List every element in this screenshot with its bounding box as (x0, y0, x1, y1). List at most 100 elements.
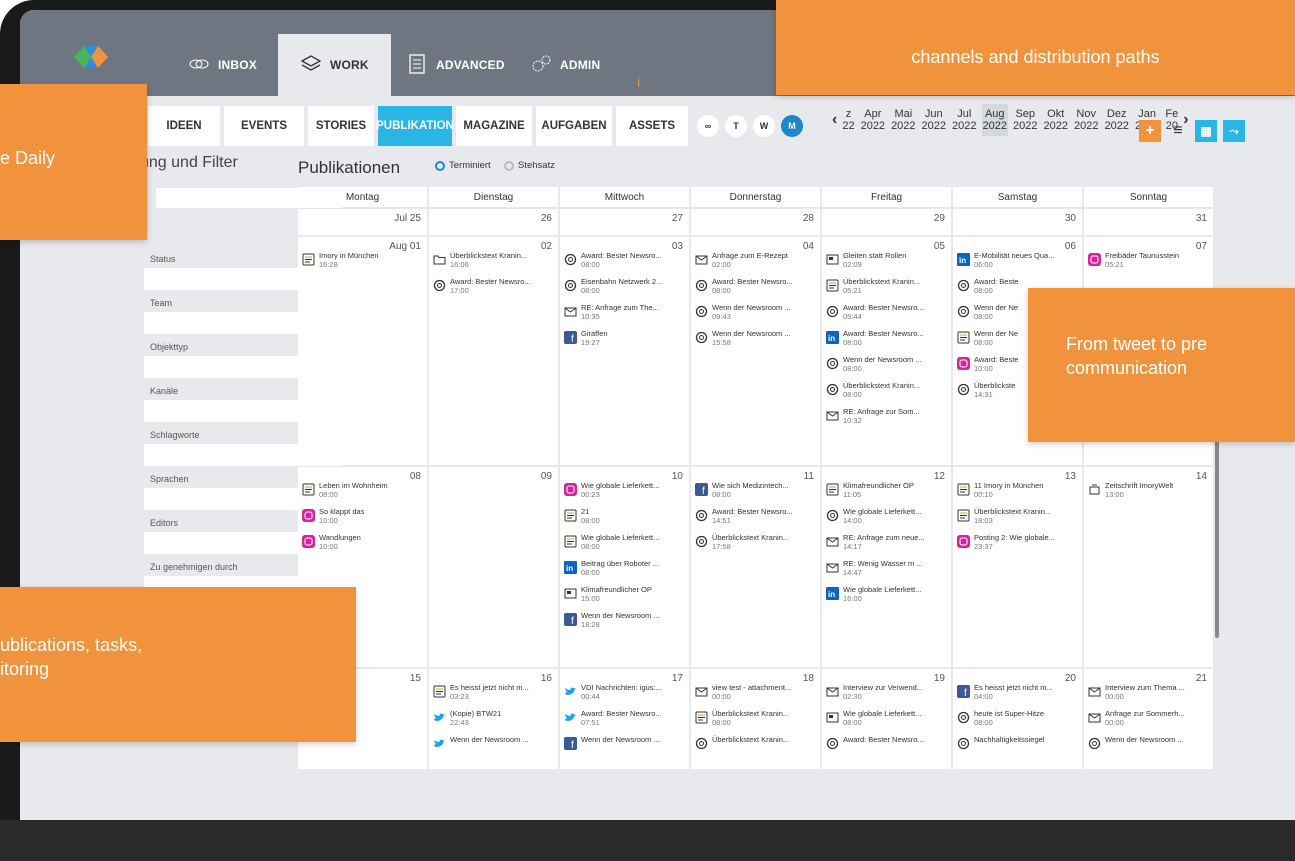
calendar-day-cell[interactable]: 20 f Es heisst jetzt nicht m... 04:00 heute … (953, 669, 1082, 769)
view-button[interactable]: T (725, 115, 747, 137)
month-item[interactable]: Apr 2022 (860, 104, 886, 136)
subtab-events[interactable]: EVENTS (224, 106, 304, 146)
publication-item[interactable]: f Wie sich Medizintech... 08:00 (695, 481, 815, 499)
publication-item[interactable]: Wie globale Lieferkett... 08:00 (826, 709, 946, 727)
radio-terminiert[interactable]: Terminiert (435, 160, 491, 171)
publication-item[interactable]: in E-Mobilität neues Qua... 06:00 (957, 251, 1077, 269)
publication-item[interactable]: Überblickstext Kranin... (695, 735, 815, 750)
calendar-day-cell[interactable]: 29 (822, 209, 951, 235)
publication-item[interactable]: Überblickstext Kranin... 16:06 (433, 251, 553, 269)
calendar-day-cell[interactable]: 09 (429, 467, 558, 667)
publication-item[interactable]: 21 08:00 (564, 507, 684, 525)
add-button[interactable]: + (1139, 120, 1161, 142)
publication-item[interactable]: in Beitrag über Roboter ... 08:00 (564, 559, 684, 577)
publication-item[interactable]: Imory in München 16:28 (302, 251, 422, 269)
publication-item[interactable]: 11 Imory in München 00:10 (957, 481, 1077, 499)
publication-item[interactable]: RE: Wenig Wasser m ... 14:47 (826, 559, 946, 577)
calendar-day-cell[interactable]: 13 11 Imory in München 00:10 Überblickstext… (953, 467, 1082, 667)
publication-item[interactable]: in Award: Bester Newsro... 08:00 (826, 329, 946, 347)
publication-item[interactable]: Überblickstext Kranin... 18:03 (957, 507, 1077, 525)
publication-item[interactable]: RE: Anfrage zum neue... 14:17 (826, 533, 946, 551)
calendar-day-cell[interactable]: 17 VDI Nachrichten: igus:... 00:44 Award: B… (560, 669, 689, 769)
publication-item[interactable]: Klimafreundlicher OP 11:05 (826, 481, 946, 499)
publication-item[interactable]: Überblickstext Kranin... 05:21 (826, 277, 946, 295)
publication-item[interactable]: Nachhaltigkeitssiegel (957, 735, 1077, 750)
publication-item[interactable]: Zeitschrift ImoryWelt 13:00 (1088, 481, 1208, 499)
calendar-day-cell[interactable]: 10 Wie globale Lieferkett... 00:23 21 08:00 W… (560, 467, 689, 667)
nav-tab-work[interactable]: WORK (278, 34, 391, 96)
subtab-magazine[interactable]: MAGAZINE (456, 106, 532, 146)
publication-item[interactable]: Wie globale Lieferkett... 08:00 (564, 533, 684, 551)
calendar-day-cell[interactable]: Jul 25 (298, 209, 427, 235)
calendar-day-cell[interactable]: 04 Anfrage zum E-Rezept 02:00 Award: Bester… (691, 237, 820, 465)
publication-item[interactable]: Wenn der Newsroom ... (1088, 735, 1208, 750)
calendar-day-cell[interactable]: 02 Überblickstext Kranin... 16:06 Award: Be… (429, 237, 558, 465)
view-button[interactable]: M (781, 115, 803, 137)
calendar-view-icon[interactable]: ▦ (1195, 120, 1217, 142)
publication-item[interactable]: Award: Bester Newsro... 14:51 (695, 507, 815, 525)
publication-item[interactable]: Wenn der Newsroom ... 08:00 (826, 355, 946, 373)
subtab-assets[interactable]: ASSETS (616, 106, 688, 146)
nav-tab-admin[interactable]: ADMIN (530, 34, 600, 96)
publication-item[interactable]: Wie globale Lieferkett... 14:00 (826, 507, 946, 525)
calendar-day-cell[interactable]: 28 (691, 209, 820, 235)
publication-item[interactable]: f Giraffen 19:27 (564, 329, 684, 347)
publication-item[interactable]: Award: Bester Newsro... 17:00 (433, 277, 553, 295)
publication-item[interactable]: Award: Bester Newsro... 05:44 (826, 303, 946, 321)
chart-view-icon[interactable]: ⤳ (1223, 120, 1245, 142)
calendar-day-cell[interactable]: 27 (560, 209, 689, 235)
publication-item[interactable]: Posting 2: Wie globale... 23:37 (957, 533, 1077, 551)
month-item[interactable]: Jun 2022 (921, 104, 947, 136)
publication-item[interactable]: Überblickstext Kranin... 08:00 (826, 381, 946, 399)
calendar-day-cell[interactable]: 26 (429, 209, 558, 235)
publication-item[interactable]: Wie globale Lieferkett... 00:23 (564, 481, 684, 499)
publication-item[interactable]: Interview zur Verwend... 02:30 (826, 683, 946, 701)
nav-tab-inbox[interactable]: INBOX (188, 34, 257, 96)
month-item[interactable]: Dez 2022 (1103, 104, 1129, 136)
subtab-aufgaben[interactable]: AUFGABEN (536, 106, 612, 146)
subtab-publikation[interactable]: PUBLIKATION (376, 106, 454, 146)
month-item[interactable]: Jul 2022 (951, 104, 977, 136)
publication-item[interactable]: Eisenbahn Netzwerk 2... 08:00 (564, 277, 684, 295)
publication-item[interactable]: Award: Bester Newsro... 08:00 (564, 251, 684, 269)
nav-tab-advanced[interactable]: ADVANCED (406, 34, 505, 96)
publication-item[interactable]: Freibäder Taunusstein 05:21 (1088, 251, 1208, 269)
subtab-ideen[interactable]: IDEEN (148, 106, 220, 146)
month-item[interactable]: Sep 2022 (1012, 104, 1038, 136)
view-button[interactable]: ∞ (697, 115, 719, 137)
publication-item[interactable]: Interview zum Thema ... 00:00 (1088, 683, 1208, 701)
subtab-stories[interactable]: STORIES (308, 106, 374, 146)
publication-item[interactable]: heute ist Super-Hitze 08:00 (957, 709, 1077, 727)
calendar-day-cell[interactable]: 12 Klimafreundlicher OP 11:05 Wie globale L… (822, 467, 951, 667)
publication-item[interactable]: view test - attachment... 00:00 (695, 683, 815, 701)
month-item[interactable]: Mai 2022 (890, 104, 916, 136)
prev-arrow-icon[interactable]: ‹ (832, 111, 837, 129)
publication-item[interactable]: VDI Nachrichten: igus:... 00:44 (564, 683, 684, 701)
publication-item[interactable]: Überblickstext Kranin... 17:58 (695, 533, 815, 551)
publication-item[interactable]: RE: Anfrage zum The... 10:35 (564, 303, 684, 321)
calendar-day-cell[interactable]: 31 (1084, 209, 1213, 235)
publication-item[interactable]: So klappt das 10:00 (302, 507, 422, 525)
radio-stehsatz[interactable]: Stehsatz (504, 160, 555, 171)
publication-item[interactable]: (Kopie) BTW21 22:43 (433, 709, 553, 727)
publication-item[interactable]: Überblickstext Kranin... 08:00 (695, 709, 815, 727)
month-item[interactable]: Okt 2022 (1042, 104, 1068, 136)
publication-item[interactable]: Wandlungen 10:00 (302, 533, 422, 551)
month-item[interactable]: Nov 2022 (1073, 104, 1099, 136)
publication-item[interactable]: Award: Bester Newsro... (826, 735, 946, 750)
publication-item[interactable]: f Es heisst jetzt nicht m... 04:00 (957, 683, 1077, 701)
publication-item[interactable]: Wenn der Newsroom ... 09:43 (695, 303, 815, 321)
publication-item[interactable]: Anfrage zur Sommerh... 00:00 (1088, 709, 1208, 727)
publication-item[interactable]: f Wenn der Newsroom ... (564, 735, 684, 751)
calendar-day-cell[interactable]: 30 (953, 209, 1082, 235)
publication-item[interactable]: Leben im Wohnheim 08:00 (302, 481, 422, 499)
publication-item[interactable]: Award: Bester Newsro... 08:00 (695, 277, 815, 295)
publication-item[interactable]: Award: Bester Newsro... 07:51 (564, 709, 684, 727)
publication-item[interactable]: RE: Anfrage zur Som... 10:32 (826, 407, 946, 425)
publication-item[interactable]: f Wenn der Newsroom ... 18:28 (564, 611, 684, 629)
month-item[interactable]: z 22 (841, 104, 855, 136)
publication-item[interactable]: Wenn der Newsroom ... (433, 735, 553, 750)
calendar-day-cell[interactable]: 14 Zeitschrift ImoryWelt 13:00 (1084, 467, 1213, 667)
view-button[interactable]: W (753, 115, 775, 137)
calendar-day-cell[interactable]: 05 Gleiten statt Rollen 02:09 Überblickstex… (822, 237, 951, 465)
